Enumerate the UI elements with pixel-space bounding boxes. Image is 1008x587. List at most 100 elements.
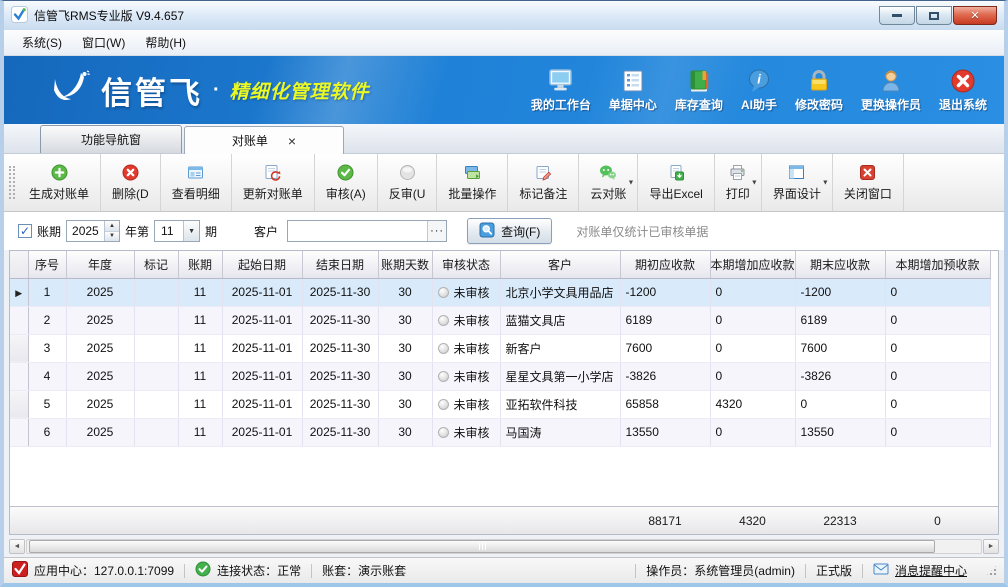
cell-status[interactable]: 未审核 (432, 306, 500, 334)
cell[interactable]: 30 (378, 418, 432, 446)
menu-item-0[interactable]: 系统(S) (12, 30, 72, 55)
cell[interactable] (134, 418, 178, 446)
cell[interactable]: 13550 (620, 418, 710, 446)
year-spinner[interactable]: 2025 ▲ ▼ (66, 220, 120, 242)
cell[interactable]: 2025-11-01 (222, 390, 302, 418)
cell[interactable]: 2025-11-30 (302, 362, 378, 390)
cell[interactable]: 1 (28, 278, 66, 306)
message-center-link[interactable]: 消息提醒中心 (863, 561, 977, 580)
column-header-5[interactable]: 结束日期 (302, 251, 378, 278)
toolbar-grip[interactable] (9, 166, 15, 199)
close-button[interactable]: ✕ (953, 6, 997, 25)
cell[interactable]: 0 (710, 418, 795, 446)
cell[interactable]: 11 (178, 390, 222, 418)
cell[interactable]: 30 (378, 390, 432, 418)
cell[interactable]: 2025 (66, 362, 134, 390)
column-header-3[interactable]: 账期 (178, 251, 222, 278)
cell[interactable]: 11 (178, 418, 222, 446)
tab-1[interactable]: 对账单 × (184, 126, 344, 154)
cell[interactable]: 0 (885, 306, 990, 334)
cell[interactable]: 7600 (795, 334, 885, 362)
toolbar-button-4[interactable]: 审核(A) (315, 154, 378, 211)
cell[interactable]: 0 (885, 418, 990, 446)
cell[interactable]: -3826 (795, 362, 885, 390)
cell[interactable]: 13550 (795, 418, 885, 446)
tab-close-icon[interactable]: × (288, 136, 296, 146)
tab-0[interactable]: 功能导航窗 (40, 125, 182, 153)
column-header-9[interactable]: 期初应收款 (620, 251, 710, 278)
banner-nav-item-3[interactable]: i AI助手 (732, 64, 786, 116)
cell[interactable]: 6 (28, 418, 66, 446)
scroll-left-icon[interactable]: ◄ (9, 539, 25, 554)
toolbar-button-0[interactable]: 生成对账单 (18, 154, 101, 211)
cell[interactable]: 2025-11-01 (222, 278, 302, 306)
period-dropdown[interactable]: 11 ▼ (154, 220, 200, 242)
cell[interactable]: 30 (378, 334, 432, 362)
cell[interactable]: 65858 (620, 390, 710, 418)
cell[interactable]: -3826 (620, 362, 710, 390)
cell[interactable]: 2025-11-30 (302, 278, 378, 306)
table-row-5[interactable]: 62025112025-11-012025-11-3030未审核马国涛13550… (10, 418, 990, 446)
scrollbar-track[interactable] (26, 539, 982, 554)
cell[interactable]: 4 (28, 362, 66, 390)
cell[interactable]: 亚拓软件科技 (500, 390, 620, 418)
cell[interactable]: 30 (378, 278, 432, 306)
toolbar-button-5[interactable]: 反审(U (378, 154, 438, 211)
period-dropdown-caret-icon[interactable]: ▼ (183, 221, 199, 241)
cell[interactable]: 7600 (620, 334, 710, 362)
column-header-10[interactable]: 本期增加应收款 (710, 251, 795, 278)
column-header-6[interactable]: 账期天数 (378, 251, 432, 278)
cell[interactable]: 2025-11-01 (222, 306, 302, 334)
minimize-button[interactable] (879, 6, 915, 25)
cell[interactable]: 2025 (66, 278, 134, 306)
cell[interactable]: 6189 (795, 306, 885, 334)
toolbar-button-12[interactable]: 关闭窗口 (833, 154, 904, 211)
toolbar-button-11[interactable]: 界面设计 ▼ (762, 154, 833, 211)
cell[interactable]: 马国涛 (500, 418, 620, 446)
table-row-0[interactable]: ▶12025112025-11-012025-11-3030未审核北京小学文具用… (10, 278, 990, 306)
cell[interactable]: 北京小学文具用品店 (500, 278, 620, 306)
table-row-3[interactable]: 42025112025-11-012025-11-3030未审核星星文具第一小学… (10, 362, 990, 390)
cell[interactable]: 5 (28, 390, 66, 418)
cell[interactable]: 2025 (66, 306, 134, 334)
table-row-2[interactable]: 32025112025-11-012025-11-3030未审核新客户76000… (10, 334, 990, 362)
column-header-11[interactable]: 期末应收款 (795, 251, 885, 278)
cell-status[interactable]: 未审核 (432, 418, 500, 446)
column-header-7[interactable]: 审核状态 (432, 251, 500, 278)
cell[interactable]: 0 (710, 334, 795, 362)
cell[interactable]: 2025-11-01 (222, 418, 302, 446)
cell[interactable]: 2025 (66, 390, 134, 418)
column-header-4[interactable]: 起始日期 (222, 251, 302, 278)
scrollbar-thumb[interactable] (29, 540, 935, 553)
cell[interactable]: 0 (795, 390, 885, 418)
cell[interactable]: 2025-11-30 (302, 334, 378, 362)
table-row-4[interactable]: 52025112025-11-012025-11-3030未审核亚拓软件科技65… (10, 390, 990, 418)
banner-nav-item-4[interactable]: 修改密码 (786, 64, 852, 116)
customer-lookup-button[interactable]: ··· (427, 221, 446, 241)
dropdown-caret-icon[interactable]: ▼ (751, 179, 758, 186)
maximize-button[interactable] (916, 6, 952, 25)
menu-item-2[interactable]: 帮助(H) (135, 30, 196, 55)
year-value[interactable]: 2025 (67, 221, 104, 241)
cell[interactable]: 2025 (66, 418, 134, 446)
cell[interactable] (134, 362, 178, 390)
menu-item-1[interactable]: 窗口(W) (72, 30, 135, 55)
column-header-12[interactable]: 本期增加预收款 (885, 251, 990, 278)
cell[interactable] (134, 278, 178, 306)
cell[interactable]: 新客户 (500, 334, 620, 362)
cell[interactable]: 0 (885, 334, 990, 362)
cell[interactable]: 30 (378, 362, 432, 390)
banner-nav-item-0[interactable]: 我的工作台 (522, 64, 600, 116)
column-header-0[interactable]: 序号 (28, 251, 66, 278)
cell[interactable]: 4320 (710, 390, 795, 418)
toolbar-button-9[interactable]: 导出Excel (638, 154, 714, 211)
cell[interactable]: 星星文具第一小学店 (500, 362, 620, 390)
cell[interactable]: -1200 (620, 278, 710, 306)
cell[interactable]: 2025-11-01 (222, 362, 302, 390)
cell[interactable]: 蓝猫文具店 (500, 306, 620, 334)
cell[interactable]: 2025-11-30 (302, 390, 378, 418)
banner-nav-item-2[interactable]: 库存查询 (666, 64, 732, 116)
cell[interactable]: 2025-11-30 (302, 418, 378, 446)
cell[interactable] (134, 390, 178, 418)
cell[interactable]: 0 (885, 278, 990, 306)
